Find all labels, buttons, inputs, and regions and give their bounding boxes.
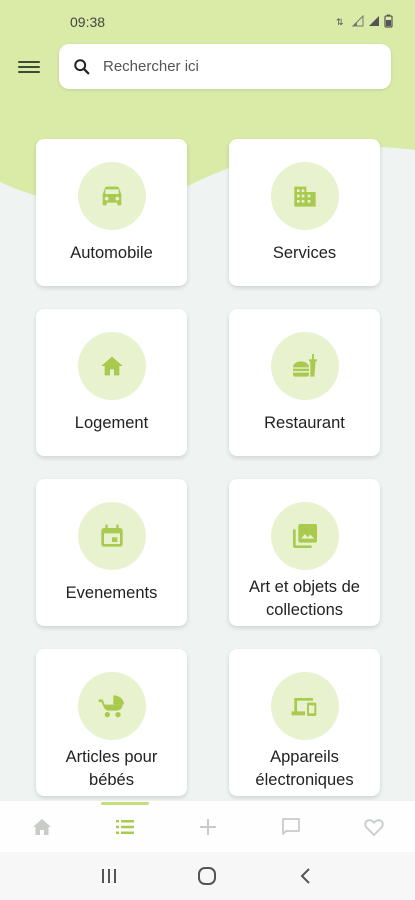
icon-circle	[77, 672, 146, 740]
list-icon	[115, 819, 134, 834]
car-icon	[102, 186, 121, 206]
category-label: Logement	[74, 414, 149, 432]
hamburger-menu-icon[interactable]	[18, 54, 44, 80]
home-circle-icon	[198, 867, 217, 885]
search-icon	[74, 58, 90, 74]
icon-circle	[77, 502, 146, 570]
nav-home[interactable]	[12, 801, 72, 853]
stroller-icon	[98, 695, 124, 718]
category-card-services[interactable]: Services	[229, 139, 380, 286]
category-label: Evenements	[65, 584, 158, 602]
nav-messages[interactable]	[261, 801, 321, 853]
svg-text:⇅: ⇅	[336, 18, 344, 27]
status-time: 09:38	[70, 14, 106, 30]
category-card-automobile[interactable]: Automobile	[36, 139, 187, 286]
icon-circle	[77, 332, 146, 400]
category-label: Articles pour bébés	[65, 748, 158, 789]
back-button[interactable]	[286, 856, 326, 896]
devices-icon	[291, 698, 316, 716]
category-label: Restaurant	[264, 414, 345, 432]
category-label: Art et objets de collections	[249, 578, 360, 619]
category-label: Appareils électroniques	[255, 748, 354, 789]
category-card-art[interactable]: Art et objets de collections	[229, 479, 380, 626]
category-label: Services	[272, 244, 337, 262]
category-card-restaurant[interactable]: Restaurant	[229, 309, 380, 456]
recents-button[interactable]	[89, 856, 129, 896]
chat-icon	[281, 817, 300, 835]
calendar-icon	[100, 524, 123, 547]
icon-circle	[270, 332, 339, 400]
signal-icon	[368, 14, 380, 30]
status-icons: ⇅	[336, 14, 393, 31]
nav-add[interactable]	[178, 801, 238, 853]
icon-circle	[77, 162, 146, 230]
recents-icon	[102, 869, 117, 883]
icon-circle	[270, 672, 339, 740]
back-icon	[300, 868, 310, 884]
fastfood-icon	[292, 354, 317, 377]
icon-circle	[270, 502, 339, 570]
nav-categories[interactable]	[95, 801, 155, 853]
category-card-logement[interactable]: Logement	[36, 309, 187, 456]
battery-icon	[384, 14, 393, 31]
bottom-navigation	[0, 800, 415, 852]
system-navigation-bar	[0, 852, 415, 900]
home-icon	[32, 818, 51, 835]
category-label: Automobile	[70, 244, 153, 262]
data-icon: ⇅	[336, 14, 348, 30]
system-home-button[interactable]	[187, 856, 227, 896]
app-header	[0, 44, 415, 92]
status-bar: 09:38 ⇅	[0, 0, 415, 44]
heart-icon	[363, 818, 384, 836]
nav-favorites[interactable]	[344, 801, 404, 853]
search-input[interactable]	[103, 58, 363, 75]
search-bar[interactable]	[59, 44, 391, 89]
category-card-evenements[interactable]: Evenements	[36, 479, 187, 626]
photo-library-icon	[292, 524, 317, 548]
category-card-electroniques[interactable]: Appareils électroniques	[229, 649, 380, 796]
icon-circle	[270, 162, 339, 230]
plus-icon	[199, 818, 216, 835]
category-card-bebes[interactable]: Articles pour bébés	[36, 649, 187, 796]
house-icon	[100, 356, 123, 376]
building-icon	[293, 186, 316, 207]
signal-weak-icon	[351, 14, 364, 30]
